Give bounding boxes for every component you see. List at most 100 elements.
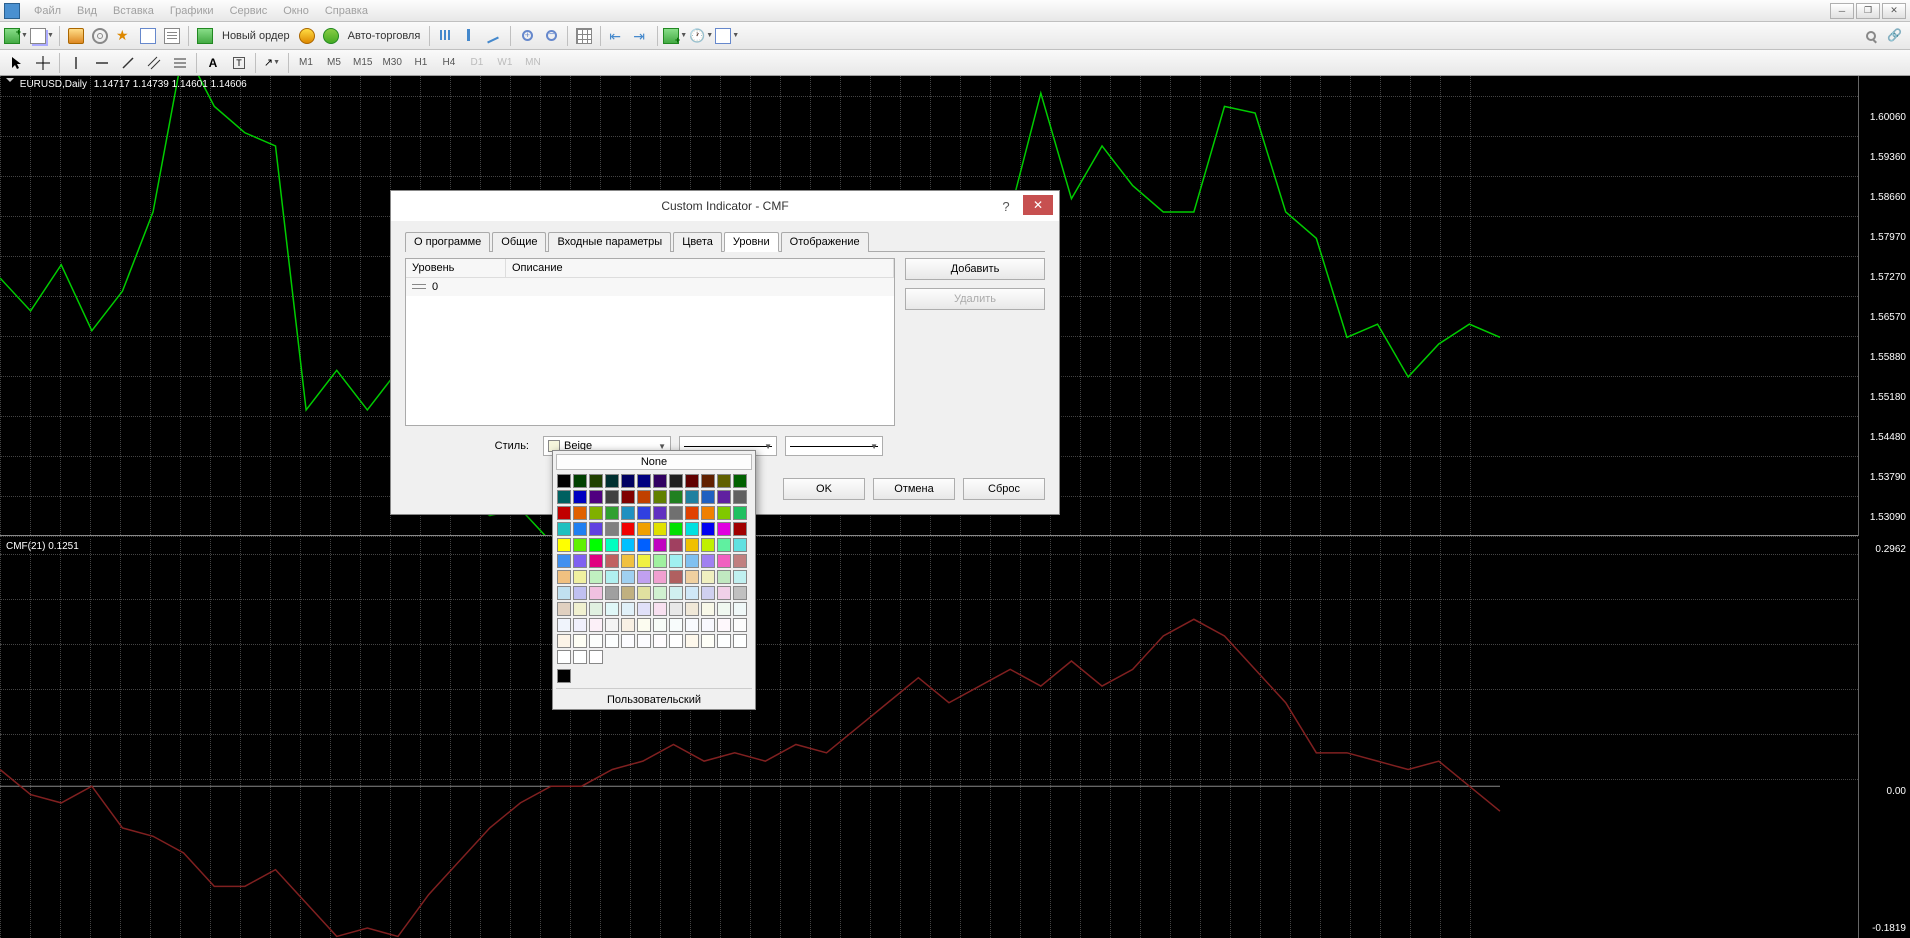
color-swatch[interactable]	[733, 618, 747, 632]
color-swatch[interactable]	[589, 570, 603, 584]
timeframe-m15[interactable]: M15	[348, 53, 377, 73]
color-swatch[interactable]	[717, 506, 731, 520]
color-swatch[interactable]	[589, 474, 603, 488]
add-level-button[interactable]: Добавить	[905, 258, 1045, 280]
color-swatch[interactable]	[637, 490, 651, 504]
color-swatch[interactable]	[621, 618, 635, 632]
color-swatch[interactable]	[621, 554, 635, 568]
line-chart-button[interactable]	[483, 25, 505, 47]
chart-menu-icon[interactable]	[6, 78, 14, 86]
auto-scroll-button[interactable]	[630, 25, 652, 47]
color-swatch[interactable]	[621, 474, 635, 488]
color-swatch[interactable]	[669, 586, 683, 600]
menu-insert[interactable]: Вставка	[105, 3, 162, 19]
color-swatch[interactable]	[605, 522, 619, 536]
search-button[interactable]	[1860, 25, 1882, 47]
color-swatch[interactable]	[637, 554, 651, 568]
color-swatch[interactable]	[653, 506, 667, 520]
color-swatch[interactable]	[573, 634, 587, 648]
color-swatch[interactable]	[669, 554, 683, 568]
color-swatch[interactable]	[621, 570, 635, 584]
color-swatch[interactable]	[669, 506, 683, 520]
color-swatch[interactable]	[685, 554, 699, 568]
color-swatch[interactable]	[717, 570, 731, 584]
color-swatch[interactable]	[605, 602, 619, 616]
color-swatch[interactable]	[701, 602, 715, 616]
color-swatch[interactable]	[605, 538, 619, 552]
arrows-tool[interactable]: ↗▼	[259, 52, 285, 74]
color-swatch[interactable]	[669, 618, 683, 632]
color-swatch[interactable]	[621, 522, 635, 536]
color-swatch[interactable]	[637, 602, 651, 616]
color-swatch[interactable]	[685, 586, 699, 600]
color-swatch[interactable]	[733, 506, 747, 520]
market-watch-button[interactable]	[65, 25, 87, 47]
restore-button[interactable]: ❐	[1856, 3, 1880, 19]
color-swatch[interactable]	[717, 490, 731, 504]
color-swatch[interactable]	[685, 570, 699, 584]
col-level[interactable]: Уровень	[406, 259, 506, 277]
auto-trade-label[interactable]: Авто-торговля	[344, 30, 425, 42]
color-swatch[interactable]	[701, 634, 715, 648]
color-swatch[interactable]	[653, 602, 667, 616]
color-swatch[interactable]	[701, 554, 715, 568]
chart-shift-button[interactable]	[606, 25, 628, 47]
color-swatch[interactable]	[557, 602, 571, 616]
line-width-combo[interactable]: ▼	[785, 436, 883, 456]
minimize-button[interactable]: ─	[1830, 3, 1854, 19]
timeframe-m1[interactable]: M1	[292, 53, 320, 73]
text-label-tool[interactable]: T	[226, 52, 252, 74]
color-swatch[interactable]	[701, 490, 715, 504]
zoom-out-button[interactable]	[540, 25, 562, 47]
color-swatch[interactable]	[701, 618, 715, 632]
color-swatch[interactable]	[685, 538, 699, 552]
col-description[interactable]: Описание	[506, 259, 894, 277]
color-swatch[interactable]	[605, 474, 619, 488]
color-swatch[interactable]	[685, 618, 699, 632]
color-swatch[interactable]	[573, 474, 587, 488]
new-order-label[interactable]: Новый ордер	[218, 30, 294, 42]
color-swatch[interactable]	[733, 474, 747, 488]
color-swatch[interactable]	[717, 522, 731, 536]
color-swatch[interactable]	[557, 538, 571, 552]
strategy-tester-button[interactable]	[161, 25, 183, 47]
color-swatch[interactable]	[717, 554, 731, 568]
color-swatch[interactable]	[637, 586, 651, 600]
fibonacci-tool[interactable]	[167, 52, 193, 74]
color-swatch[interactable]	[669, 602, 683, 616]
color-swatch[interactable]	[685, 474, 699, 488]
levels-table[interactable]: Уровень Описание 0	[405, 258, 895, 426]
color-swatch[interactable]	[733, 538, 747, 552]
color-swatch[interactable]	[637, 474, 651, 488]
menu-help[interactable]: Справка	[317, 3, 376, 19]
bar-chart-button[interactable]	[435, 25, 457, 47]
expert-advisors-button[interactable]	[296, 25, 318, 47]
color-swatch[interactable]	[669, 490, 683, 504]
color-swatch[interactable]	[605, 634, 619, 648]
color-swatch[interactable]	[669, 538, 683, 552]
cursor-tool[interactable]	[4, 52, 30, 74]
color-swatch[interactable]	[717, 474, 731, 488]
color-swatch[interactable]	[573, 586, 587, 600]
color-swatch[interactable]	[701, 474, 715, 488]
menu-window[interactable]: Окно	[275, 3, 317, 19]
color-swatch[interactable]	[685, 506, 699, 520]
color-swatch[interactable]	[733, 570, 747, 584]
horizontal-line-tool[interactable]	[89, 52, 115, 74]
color-swatch[interactable]	[605, 506, 619, 520]
color-swatch[interactable]	[733, 554, 747, 568]
color-swatch[interactable]	[589, 506, 603, 520]
color-swatch[interactable]	[669, 474, 683, 488]
color-swatch[interactable]	[653, 490, 667, 504]
indicators-button[interactable]: ▼	[663, 25, 687, 47]
color-swatch[interactable]	[589, 554, 603, 568]
color-swatch[interactable]	[621, 634, 635, 648]
color-swatch[interactable]	[637, 538, 651, 552]
color-swatch[interactable]	[637, 570, 651, 584]
color-swatch[interactable]	[669, 570, 683, 584]
tab-about[interactable]: О программе	[405, 232, 490, 252]
data-window-button[interactable]	[137, 25, 159, 47]
templates-button[interactable]: ▼	[715, 25, 739, 47]
color-swatch[interactable]	[557, 618, 571, 632]
color-swatch[interactable]	[717, 634, 731, 648]
